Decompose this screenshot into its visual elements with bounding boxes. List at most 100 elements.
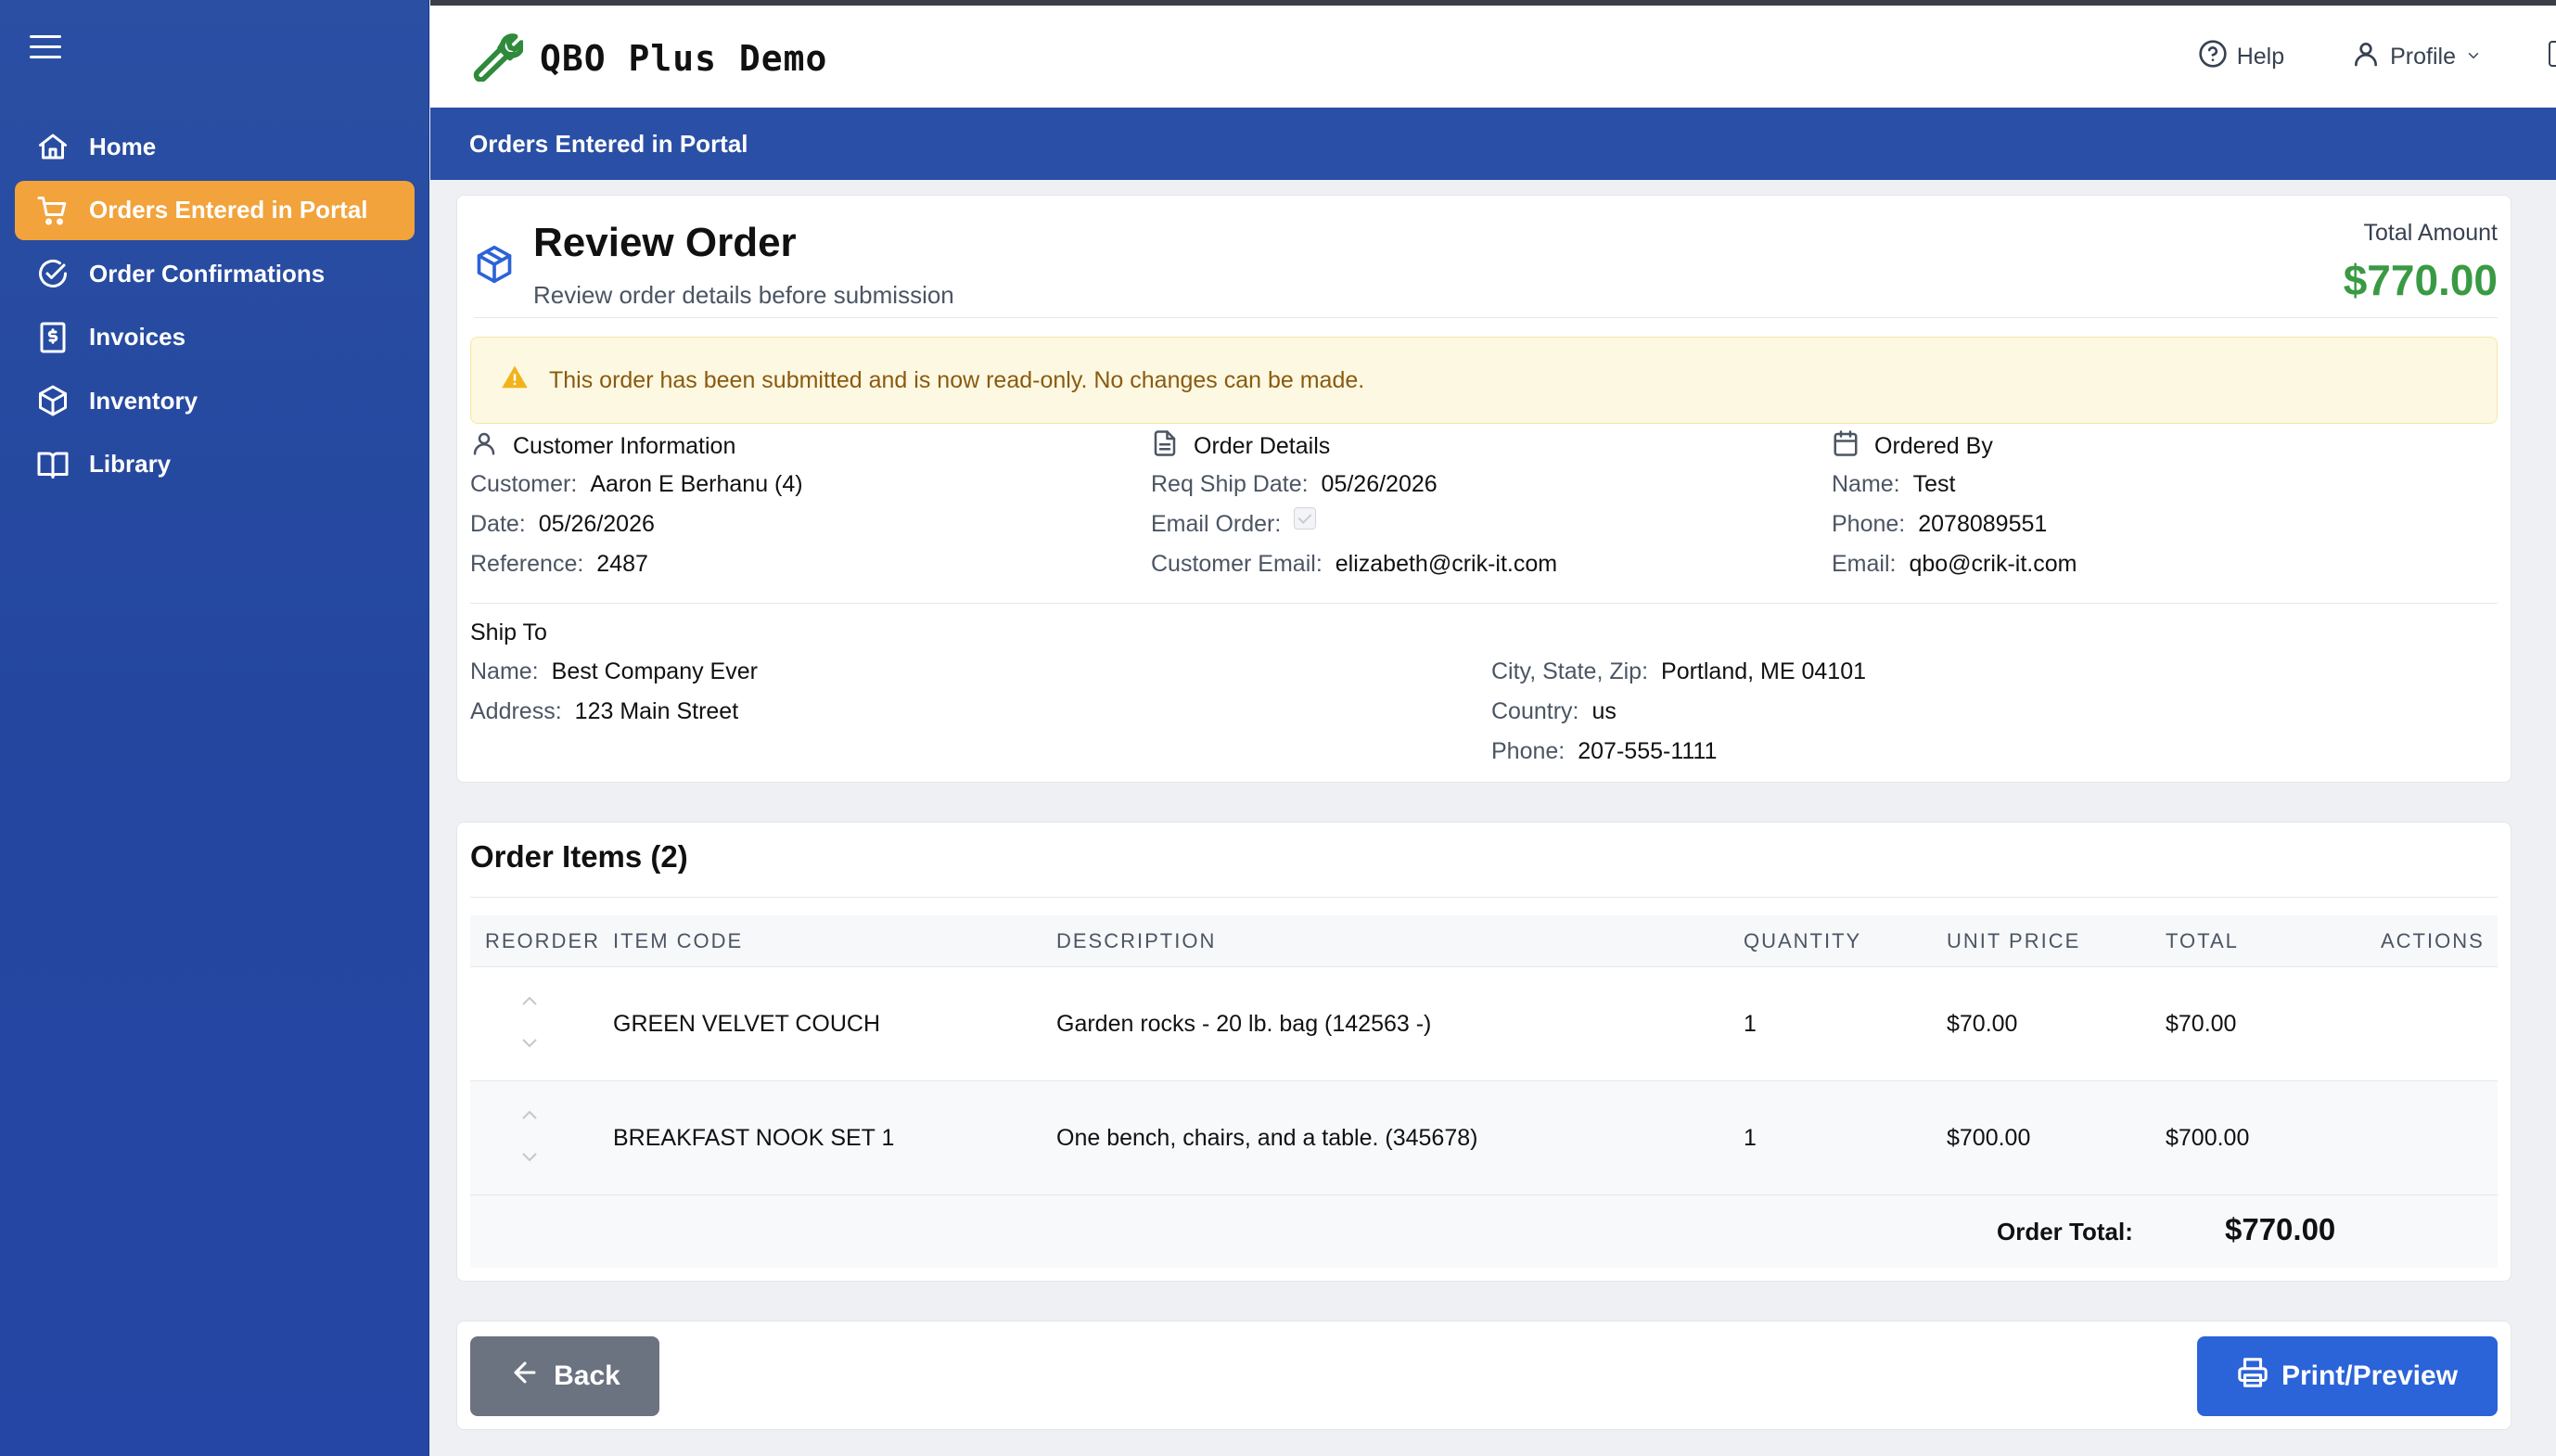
column-header-reorder: REORDER — [485, 928, 601, 952]
reference-value: 2487 — [596, 551, 648, 577]
sidebar-item-order-confirmations[interactable]: Order Confirmations — [15, 244, 415, 303]
field-label: Date: — [470, 511, 526, 537]
review-header: Review Order Review order details before… — [474, 212, 2498, 318]
sidebar-item-label: Inventory — [89, 386, 198, 415]
ship-to-heading: Ship To — [470, 619, 547, 645]
item-unit-price: $70.00 — [1947, 1011, 2018, 1037]
field-label: Reference: — [470, 551, 584, 577]
field-label: Address: — [470, 698, 562, 724]
sidebar-item-library[interactable]: Library — [15, 435, 415, 494]
user-icon — [2351, 39, 2390, 75]
window-strip — [430, 0, 2556, 6]
ship-city-value: Portland, ME 04101 — [1661, 658, 1867, 684]
divider — [470, 897, 2498, 898]
ordered-by-email-row: Email: qbo@crik-it.com — [1832, 544, 2077, 584]
field-label: Email: — [1832, 551, 1897, 577]
cart-icon — [35, 193, 70, 228]
chevron-down-icon — [2456, 44, 2482, 70]
chevron-up-icon[interactable] — [520, 1109, 539, 1120]
order-details: Order Details Req Ship Date: 05/26/2026 E… — [1151, 428, 1557, 584]
sidebar: Home Orders Entered in Portal Order Conf… — [0, 0, 429, 1456]
warning-icon — [501, 364, 549, 398]
item-quantity: 1 — [1744, 1011, 1757, 1037]
ship-address-value: 123 Main Street — [574, 698, 739, 724]
column-header-item-code: ITEM CODE — [613, 928, 744, 952]
arrow-left-icon — [509, 1357, 554, 1396]
sidebar-item-home[interactable]: Home — [15, 117, 415, 176]
cube-icon — [35, 383, 70, 418]
ordered-by-phone: 2078089551 — [1918, 511, 2048, 537]
field-label: Req Ship Date: — [1151, 471, 1309, 497]
email-order-checkbox[interactable] — [1294, 506, 1317, 530]
order-total-label: Order Total: — [1997, 1218, 2133, 1245]
sidebar-nav: Home Orders Entered in Portal Order Conf… — [15, 117, 415, 498]
sidebar-item-label: Invoices — [89, 323, 186, 351]
field-label: City, State, Zip: — [1491, 658, 1649, 684]
brand[interactable]: QBO Plus Demo — [471, 30, 827, 86]
customer-email-row: Customer Email: elizabeth@crik-it.com — [1151, 544, 1557, 584]
calendar-icon — [1832, 429, 1874, 464]
header-actions: Help Profile — [2131, 39, 2482, 75]
order-items-title: Order Items (2) — [470, 839, 688, 874]
ship-to-right: City, State, Zip: Portland, ME 04101 Coun… — [1491, 652, 1866, 772]
customer-information: Customer Information Customer: Aaron E Be… — [470, 428, 803, 584]
item-description: One bench, chairs, and a table. (345678) — [1056, 1125, 1478, 1151]
item-description: Garden rocks - 20 lb. bag (142563 -) — [1056, 1011, 1432, 1037]
ship-name-row: Name: Best Company Ever — [470, 652, 758, 692]
review-subtitle: Review order details before submission — [533, 281, 954, 309]
field-label: Name: — [1832, 471, 1900, 497]
ordered-by-heading: Ordered By — [1832, 428, 2077, 465]
table-row: GREEN VELVET COUCH Garden rocks - 20 lb.… — [470, 967, 2498, 1081]
ship-to-left: Name: Best Company Ever Address: 123 Main … — [470, 652, 758, 732]
field-label: Phone: — [1832, 511, 1906, 537]
sidebar-item-label: Order Confirmations — [89, 259, 326, 287]
profile-button[interactable]: Profile — [2351, 39, 2482, 75]
column-header-description: DESCRIPTION — [1056, 928, 1217, 952]
order-items-card: Order Items (2) REORDER ITEM CODE DESCRI… — [456, 822, 2511, 1282]
sidebar-item-invoices[interactable]: Invoices — [15, 308, 415, 367]
book-icon — [35, 447, 70, 482]
read-only-alert: This order has been submitted and is now… — [470, 337, 2498, 424]
back-label: Back — [554, 1360, 620, 1391]
chevron-down-icon[interactable] — [520, 1152, 539, 1163]
sidebar-item-orders-entered[interactable]: Orders Entered in Portal — [15, 180, 415, 240]
home-icon — [35, 129, 70, 164]
print-preview-button[interactable]: Print/Preview — [2197, 1336, 2498, 1416]
ship-country-value: us — [1591, 698, 1617, 724]
page-title: Orders Entered in Portal — [469, 129, 748, 158]
package-icon — [474, 244, 515, 285]
order-total-row: Order Total: $770.00 — [470, 1195, 2498, 1268]
item-total: $700.00 — [2166, 1125, 2250, 1151]
ship-to-section: Ship To Name: Best Company Ever Address: 1… — [470, 613, 2498, 765]
field-label: Customer: — [470, 471, 578, 497]
help-button[interactable]: Help — [2198, 39, 2284, 75]
wrench-icon — [471, 30, 525, 86]
date-value: 05/26/2026 — [538, 511, 655, 537]
chevron-up-icon[interactable] — [520, 995, 539, 1006]
document-icon — [1151, 429, 1194, 464]
column-header-total: TOTAL — [2166, 928, 2239, 952]
review-order-card: Review Order Review order details before… — [456, 195, 2511, 783]
ship-city-row: City, State, Zip: Portland, ME 04101 — [1491, 652, 1866, 692]
item-quantity: 1 — [1744, 1125, 1757, 1151]
chevron-down-icon[interactable] — [520, 1038, 539, 1049]
logout-icon[interactable] — [2549, 41, 2556, 67]
sidebar-item-inventory[interactable]: Inventory — [15, 371, 415, 430]
user-icon — [470, 429, 513, 464]
order-items-table: REORDER ITEM CODE DESCRIPTION QUANTITY U… — [470, 915, 2498, 1268]
sidebar-item-label: Library — [89, 450, 172, 478]
top-header: QBO Plus Demo Help Profile — [430, 0, 2556, 108]
print-label: Print/Preview — [2281, 1360, 2459, 1391]
customer-value: Aaron E Berhanu (4) — [590, 471, 803, 497]
back-button[interactable]: Back — [470, 1336, 659, 1416]
help-label: Help — [2236, 44, 2285, 70]
invoice-icon — [35, 320, 70, 355]
customer-information-heading: Customer Information — [470, 428, 803, 465]
ship-date-row: Req Ship Date: 05/26/2026 — [1151, 465, 1557, 504]
page-title-bar: Orders Entered in Portal — [430, 108, 2556, 180]
menu-icon[interactable] — [30, 35, 61, 61]
ordered-by-name-row: Name: Test — [1832, 465, 2077, 504]
ship-phone-row: Phone: 207-555-1111 — [1491, 732, 1866, 772]
field-label: Phone: — [1491, 738, 1566, 764]
ship-date-value: 05/26/2026 — [1321, 471, 1438, 497]
